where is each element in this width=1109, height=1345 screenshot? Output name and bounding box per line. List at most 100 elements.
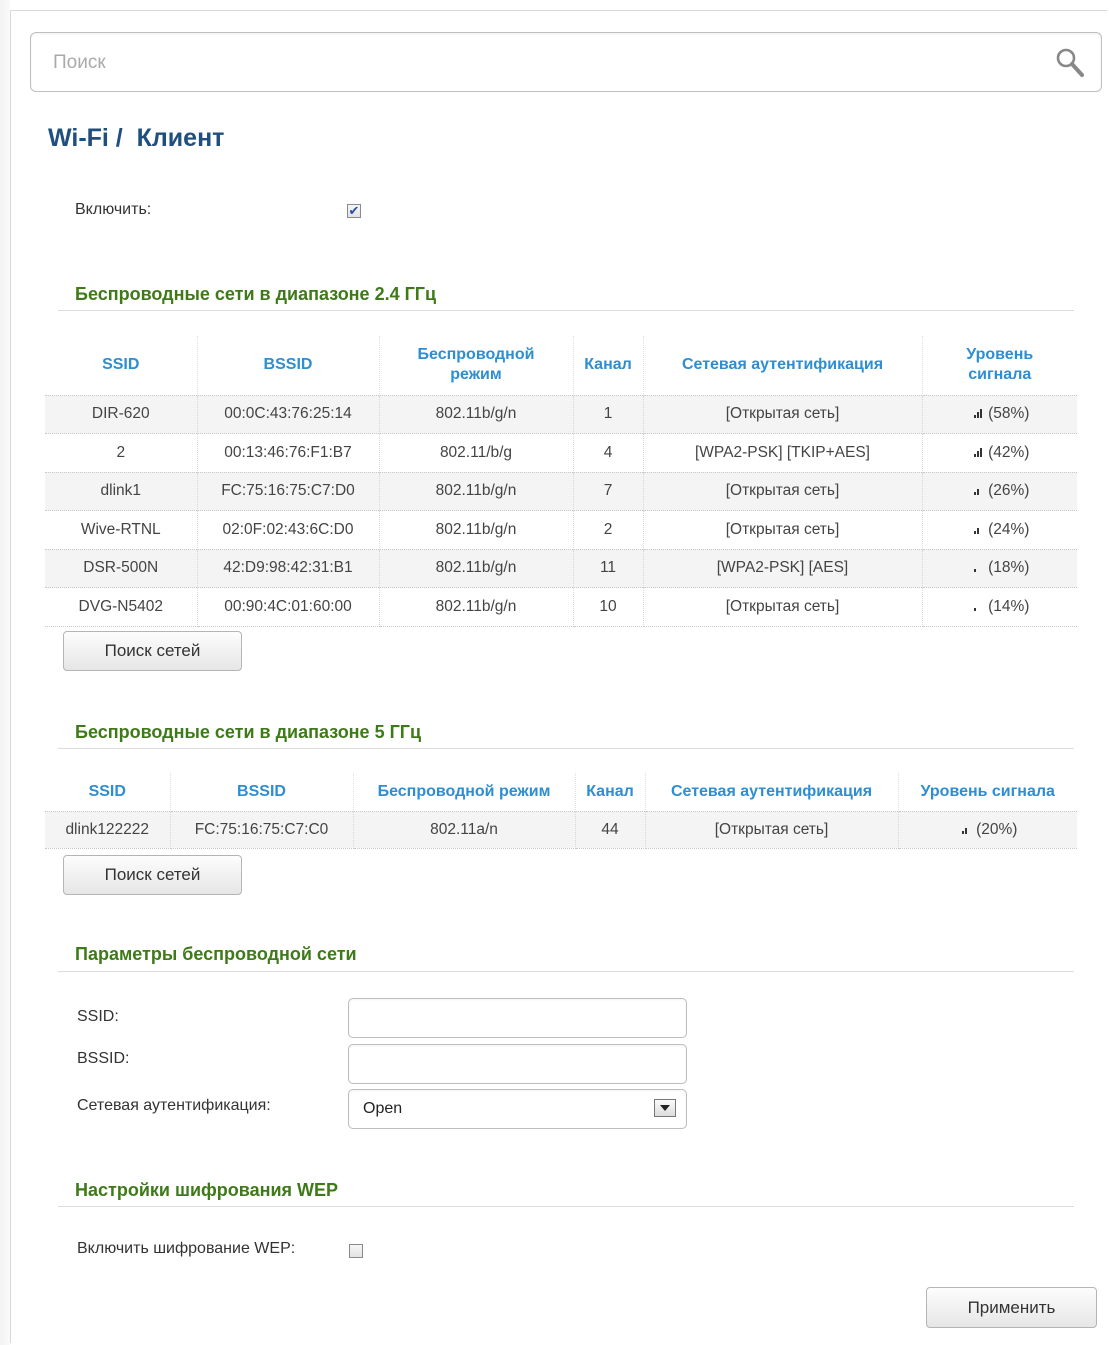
network-row[interactable]: 2 00:13:46:76:F1:B7 802.11/b/g 4 [WPA2-PSK] …: [45, 433, 1077, 472]
breadcrumb-page: Клиент: [136, 124, 225, 152]
cell-auth: [Открытая сеть]: [645, 810, 899, 849]
cell-channel: 10: [573, 587, 644, 627]
ssid-field-box[interactable]: [348, 998, 687, 1038]
params-title: Параметры беспроводной сети: [75, 944, 357, 964]
cell-mode-text: 802.11b/g/n: [435, 559, 517, 577]
col-auth: Сетевая аутентификация: [645, 773, 899, 811]
apply-button[interactable]: Применить: [926, 1287, 1097, 1328]
col-bssid: BSSID: [170, 773, 354, 811]
breadcrumb-section[interactable]: Wi-Fi /: [48, 124, 123, 152]
wep-enable-checkbox[interactable]: [349, 1244, 363, 1258]
cell-ssid: DSR-500N: [45, 548, 198, 588]
cell-auth: [Открытая сеть]: [643, 394, 923, 434]
band24-scan-button[interactable]: Поиск сетей: [63, 631, 242, 671]
cell-ssid-text: DSR-500N: [83, 559, 159, 577]
cell-channel-text: 4: [603, 443, 613, 461]
cell-signal: (42%): [922, 433, 1077, 472]
section-divider: [58, 310, 1074, 311]
band5-table: SSID BSSID Беспроводной режим Канал Сете…: [45, 773, 1077, 849]
cell-bssid: 42:D9:98:42:31:B1: [197, 548, 380, 588]
cell-channel-text: 10: [599, 597, 617, 615]
cell-bssid-text: 00:13:46:76:F1:B7: [224, 443, 352, 461]
network-row[interactable]: dlink122222 FC:75:16:75:C7:C0 802.11a/n 44 […: [45, 810, 1077, 849]
cell-ssid: DIR-620: [45, 394, 198, 434]
cell-ssid-text: dlink1: [100, 482, 142, 500]
signal-strength-icon: [970, 601, 984, 611]
cell-channel-text: 11: [599, 559, 617, 577]
cell-auth-text: [Открытая сеть]: [714, 820, 829, 838]
cell-auth-text: [Открытая сеть]: [725, 482, 840, 500]
cell-mode: 802.11b/g/n: [379, 510, 574, 549]
col-signal: Уровень сигнала: [920, 782, 1055, 800]
band24-table: SSID BSSID Беспроводной режим Канал Сетев…: [45, 336, 1077, 627]
cell-ssid: dlink122222: [45, 810, 171, 849]
col-signal: Уровень сигнала: [966, 346, 1034, 384]
wep-title: Настройки шифрования WEP: [75, 1180, 339, 1200]
band5-scan-button[interactable]: Поиск сетей: [63, 855, 242, 895]
cell-auth: [Открытая сеть]: [643, 471, 923, 511]
chevron-down-icon[interactable]: [654, 1099, 676, 1117]
cell-signal: (24%): [922, 510, 1077, 549]
table-header-row: SSID BSSID Беспроводной режим Канал Сетев…: [45, 336, 1077, 395]
cell-ssid-text: 2: [116, 443, 126, 461]
cell-ssid-text: DVG-N5402: [78, 597, 163, 615]
cell-mode: 802.11b/g/n: [379, 548, 574, 588]
band5-title: Беспроводные сети в диапазоне 5 ГГц: [75, 722, 422, 742]
search-box[interactable]: [30, 32, 1102, 92]
cell-bssid-text: 00:90:4C:01:60:00: [224, 597, 352, 615]
auth-select[interactable]: Open: [348, 1089, 687, 1129]
col-ssid: SSID: [45, 336, 198, 395]
cell-channel-text: 44: [601, 820, 619, 838]
section-divider: [58, 1206, 1074, 1207]
cell-mode: 802.11b/g/n: [379, 587, 574, 627]
section-divider: [58, 971, 1074, 972]
cell-bssid: 00:13:46:76:F1:B7: [197, 433, 380, 472]
cell-mode: 802.11/b/g: [379, 433, 574, 472]
col-ssid: SSID: [45, 773, 171, 811]
cell-signal: (26%): [922, 471, 1077, 511]
search-icon[interactable]: [1053, 46, 1087, 80]
bssid-input[interactable]: [359, 1053, 678, 1077]
cell-signal-text: (20%): [976, 820, 1018, 838]
col-bssid: BSSID: [197, 336, 380, 395]
cell-bssid-text: FC:75:16:75:C7:D0: [221, 482, 355, 500]
cell-channel: 44: [575, 810, 646, 849]
search-input[interactable]: [51, 47, 1015, 79]
network-row[interactable]: DSR-500N 42:D9:98:42:31:B1 802.11b/g/n 11 [W…: [45, 548, 1077, 588]
network-row[interactable]: DIR-620 00:0C:43:76:25:14 802.11b/g/n 1 [Отк…: [45, 394, 1077, 434]
network-row[interactable]: DVG-N5402 00:90:4C:01:60:00 802.11b/g/n 10 […: [45, 587, 1077, 627]
cell-signal-text: (24%): [988, 520, 1030, 538]
cell-channel: 7: [573, 471, 644, 511]
cell-bssid: 00:0C:43:76:25:14: [197, 394, 380, 434]
cell-mode-text: 802.11b/g/n: [435, 405, 517, 423]
cell-bssid-text: 00:0C:43:76:25:14: [224, 405, 352, 423]
wep-enable-label: Включить шифрование WEP:: [77, 1240, 296, 1257]
enable-checkbox[interactable]: ✔: [347, 204, 361, 218]
cell-channel: 2: [573, 510, 644, 549]
col-channel: Канал: [573, 336, 644, 395]
auth-select-value: Open: [363, 1100, 403, 1117]
cell-mode: 802.11b/g/n: [379, 471, 574, 511]
bssid-label: BSSID:: [77, 1050, 130, 1067]
network-row[interactable]: Wive-RTNL 02:0F:02:43:6C:D0 802.11b/g/n 2 [О…: [45, 510, 1077, 549]
ssid-label: SSID:: [77, 1008, 119, 1025]
cell-auth-text: [WPA2-PSK] [AES]: [716, 559, 849, 577]
cell-bssid-text: 02:0F:02:43:6C:D0: [222, 520, 354, 538]
cell-channel-text: 1: [603, 405, 613, 423]
cell-auth-text: [Открытая сеть]: [725, 405, 840, 423]
cell-signal: (20%): [898, 810, 1077, 849]
band24-title: Беспроводные сети в диапазоне 2.4 ГГц: [75, 284, 437, 304]
cell-mode: 802.11b/g/n: [379, 394, 574, 434]
cell-ssid: dlink1: [45, 471, 198, 511]
content-frame: [10, 10, 1107, 1343]
signal-strength-icon: [970, 524, 984, 534]
cell-mode-text: 802.11b/g/n: [435, 482, 517, 500]
cell-auth-text: [WPA2-PSK] [TKIP+AES]: [694, 443, 870, 461]
cell-signal-text: (14%): [988, 597, 1030, 615]
cell-channel: 11: [573, 548, 644, 588]
ssid-input[interactable]: [359, 1007, 678, 1031]
network-row[interactable]: dlink1 FC:75:16:75:C7:D0 802.11b/g/n 7 [Откр…: [45, 471, 1077, 511]
signal-strength-icon: [958, 824, 972, 834]
cell-bssid: FC:75:16:75:C7:C0: [170, 810, 354, 849]
bssid-field-box[interactable]: [348, 1044, 687, 1084]
